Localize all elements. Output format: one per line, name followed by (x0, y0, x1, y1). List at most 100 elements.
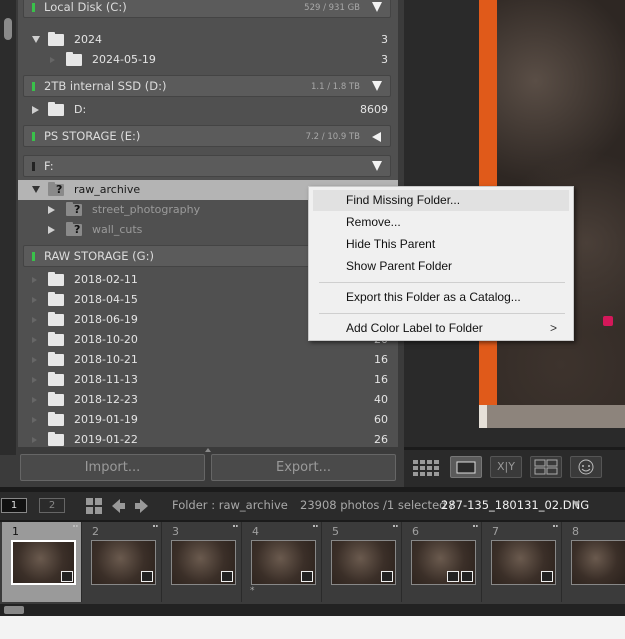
filmstrip-thumbnail[interactable]: 7 (482, 522, 562, 602)
filmstrip-thumbnail[interactable]: 3 (162, 522, 242, 602)
panel-resize-grip-icon[interactable] (205, 448, 211, 452)
loupe-view-button[interactable] (450, 456, 482, 478)
menu-item-label: Add Color Label to Folder (346, 321, 483, 335)
disclosure-closed-icon[interactable] (48, 226, 55, 234)
thumbnail-corner-icon (233, 525, 238, 530)
thumbnail-index: 2 (92, 525, 99, 538)
import-button[interactable]: Import... (20, 454, 205, 481)
folder-icon (48, 392, 64, 406)
folder-name: 2024 (74, 33, 102, 46)
volume-expand-icon[interactable] (372, 81, 382, 91)
export-button[interactable]: Export... (211, 454, 396, 481)
missing-folder-icon (48, 182, 64, 196)
filename-dropdown-icon[interactable]: ▼ (573, 500, 580, 510)
photo-count-label: 23908 photos /1 selected / (300, 498, 454, 512)
disclosure-closed-icon[interactable] (48, 206, 55, 214)
photo-red-mark (603, 316, 613, 326)
lightroom-window: Local Disk (C:) 529 / 931 GB 2024 3 2024… (0, 0, 625, 639)
volume-size: 1.1 / 1.8 TB (310, 82, 360, 92)
thumbnail-corner-icon (313, 525, 318, 530)
disclosure-empty-icon (50, 57, 55, 63)
volume-expand-icon[interactable] (372, 2, 382, 12)
disclosure-empty-icon (32, 377, 37, 383)
primary-window-button[interactable]: 1 (1, 498, 27, 513)
folder-row-d[interactable]: D: 8609 (18, 100, 398, 120)
filmstrip-thumbnail[interactable]: 1 (2, 522, 82, 602)
menu-item-add-color-label[interactable]: Add Color Label to Folder > (313, 318, 569, 339)
flag-badge-icon (447, 571, 459, 582)
panel-scroll-thumb[interactable] (4, 18, 12, 40)
panel-scrollbar[interactable] (0, 0, 16, 455)
folder-count: 40 (374, 393, 388, 406)
grid-view-icon (413, 460, 439, 476)
volume-name: Local Disk (C:) (44, 0, 127, 14)
folder-row[interactable]: 2019-01-22 26 (18, 430, 398, 447)
menu-item-export-as-catalog[interactable]: Export this Folder as a Catalog... (313, 287, 569, 308)
thumbnail-index: 7 (492, 525, 499, 538)
loupe-view-icon (456, 461, 476, 474)
volume-header-f[interactable]: F: (23, 155, 391, 177)
disclosure-empty-icon (32, 437, 37, 443)
menu-item-show-parent-folder[interactable]: Show Parent Folder (313, 256, 569, 277)
folder-row-2024-05-19[interactable]: 2024-05-19 3 (18, 50, 398, 70)
thumbnail-index: 4 (252, 525, 259, 538)
grid-icon[interactable] (86, 498, 102, 514)
filename-label[interactable]: 287-135_180131_02.DNG (441, 498, 589, 512)
volume-header-e[interactable]: PS STORAGE (E:) 7.2 / 10.9 TB (23, 125, 391, 147)
filmstrip-thumbnail[interactable]: 6 (402, 522, 482, 602)
thumbnail-index: 1 (12, 525, 19, 538)
folder-context-menu: Find Missing Folder... Remove... Hide Th… (308, 186, 574, 341)
folder-icon (48, 32, 64, 46)
thumbnail-index: 6 (412, 525, 419, 538)
compare-view-button[interactable]: X|Y (490, 456, 522, 478)
filmstrip-info-bar: 1 2 Folder : raw_archive 23908 photos /1… (0, 492, 625, 520)
folder-count: 60 (374, 413, 388, 426)
filmstrip-scroll-thumb[interactable] (4, 606, 24, 614)
thumbnail-corner-icon (473, 525, 478, 530)
folder-row[interactable]: 2018-12-23 40 (18, 390, 398, 410)
filmstrip-thumbnail[interactable]: 2 (82, 522, 162, 602)
secondary-window-button[interactable]: 2 (39, 498, 65, 513)
folder-name: 2018-02-11 (74, 273, 138, 286)
filmstrip-thumbnail[interactable]: 8 (562, 522, 625, 602)
disclosure-open-icon[interactable] (32, 36, 40, 43)
folder-row-2024[interactable]: 2024 3 (18, 30, 398, 50)
people-view-button[interactable] (570, 456, 602, 478)
filmstrip-scrollbar[interactable] (0, 604, 625, 616)
disclosure-open-icon[interactable] (32, 186, 40, 193)
face-icon (578, 459, 594, 475)
missing-folder-icon (66, 222, 82, 236)
folder-row[interactable]: 2019-01-19 60 (18, 410, 398, 430)
folder-count: 26 (374, 433, 388, 446)
filmstrip-thumbnail[interactable]: 4 * (242, 522, 322, 602)
menu-item-find-missing-folder[interactable]: Find Missing Folder... (313, 190, 569, 211)
volume-header-d[interactable]: 2TB internal SSD (D:) 1.1 / 1.8 TB (23, 75, 391, 97)
view-toolbar: X|Y (404, 450, 625, 487)
arrow-left-icon[interactable] (110, 497, 126, 515)
folder-row[interactable]: 2018-11-13 16 (18, 370, 398, 390)
filmstrip-thumbnail[interactable]: 5 (322, 522, 402, 602)
arrow-right-icon[interactable] (134, 497, 150, 515)
survey-view-button[interactable] (530, 456, 562, 478)
disclosure-closed-icon[interactable] (32, 106, 39, 114)
edit-badge-icon (141, 571, 153, 582)
disclosure-empty-icon (32, 297, 37, 303)
menu-item-hide-this-parent[interactable]: Hide This Parent (313, 234, 569, 255)
folder-name: 2019-01-19 (74, 413, 138, 426)
volume-status-led (32, 3, 35, 12)
volume-expand-icon[interactable] (372, 161, 382, 171)
source-label[interactable]: Folder : raw_archive (172, 498, 288, 512)
folder-count: 16 (374, 373, 388, 386)
volume-name: 2TB internal SSD (D:) (44, 79, 167, 93)
thumbnail-corner-icon (393, 525, 398, 530)
folder-name: raw_archive (74, 183, 141, 196)
volume-header-c[interactable]: Local Disk (C:) 529 / 931 GB (23, 0, 391, 18)
grid-view-button[interactable] (412, 456, 442, 478)
disclosure-empty-icon (32, 357, 37, 363)
edit-badge-icon (221, 571, 233, 582)
menu-separator (319, 282, 565, 283)
volume-collapse-icon[interactable] (372, 132, 381, 142)
folder-row[interactable]: 2018-10-21 16 (18, 350, 398, 370)
volume-status-led (32, 132, 35, 141)
menu-item-remove[interactable]: Remove... (313, 212, 569, 233)
